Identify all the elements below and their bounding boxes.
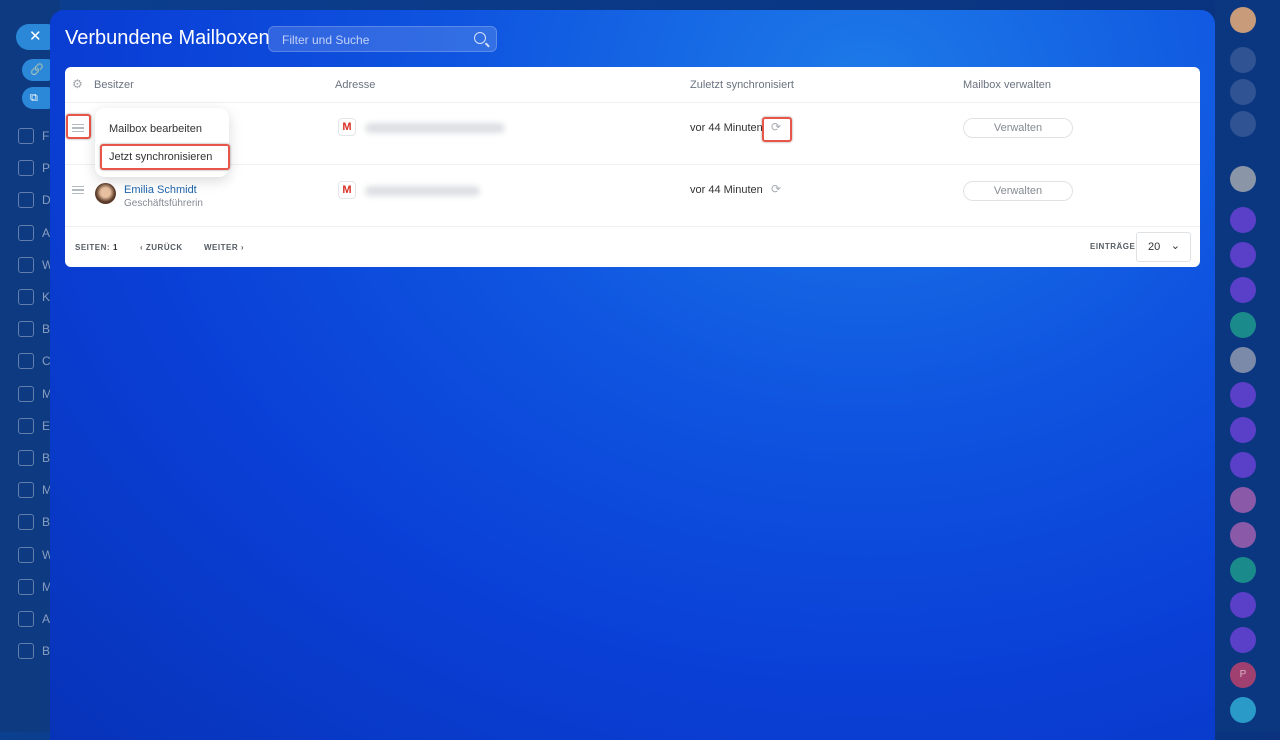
highlight-box [100, 144, 230, 170]
divider [65, 102, 1200, 103]
phone-icon[interactable] [1230, 312, 1256, 338]
contact-icon[interactable] [1230, 207, 1256, 233]
prev-label: ZURÜCK [145, 243, 183, 252]
mailboxes-panel: Verbundene Mailboxen Filter und Suche ⚙ … [50, 10, 1215, 740]
chat-icon[interactable] [1230, 697, 1256, 723]
sidebar-item-icon[interactable] [18, 353, 34, 370]
sidebar-item-label[interactable]: B [42, 451, 50, 465]
avatar[interactable] [1230, 347, 1256, 373]
sidebar-item-label[interactable]: P [42, 161, 50, 175]
spiral-icon[interactable] [1230, 592, 1256, 618]
entries-label: EINTRÄGE [1090, 242, 1136, 251]
chevron-down-icon: ⌄ [1170, 240, 1180, 252]
column-header-manage: Mailbox verwalten [963, 79, 1052, 91]
avatar [95, 183, 116, 204]
row-menu-icon[interactable] [72, 186, 84, 194]
owner-name-link[interactable]: Emilia Schmidt [124, 184, 197, 196]
badge-p[interactable]: P [1230, 662, 1256, 688]
column-header-owner[interactable]: Besitzer [94, 79, 134, 91]
sync-icon[interactable]: ⟳ [771, 182, 781, 196]
contact-icon[interactable] [1230, 417, 1256, 443]
sidebar-item-icon[interactable] [18, 256, 34, 273]
page-title: Verbundene Mailboxen [65, 27, 270, 49]
divider [65, 164, 1200, 165]
sidebar-item-icon[interactable] [18, 611, 34, 627]
column-header-last-sync[interactable]: Zuletzt synchronisiert [690, 79, 794, 91]
sidebar-item-icon[interactable] [18, 321, 34, 338]
avatar[interactable] [1230, 7, 1256, 33]
settings-gear-icon[interactable]: ⚙ [72, 77, 83, 91]
gmail-icon: M [338, 118, 356, 136]
sidebar-item-label[interactable]: K [42, 290, 50, 304]
spiral-icon[interactable] [1230, 627, 1256, 653]
sidebar-item-label[interactable]: B [42, 644, 50, 658]
owner-title: Geschäftsführerin [124, 198, 203, 209]
column-header-address[interactable]: Adresse [335, 79, 375, 91]
entries-value: 20 [1148, 241, 1161, 253]
task-icon[interactable] [1230, 557, 1256, 583]
search-input[interactable]: Filter und Suche [268, 26, 497, 52]
sidebar-item-label[interactable]: B [42, 515, 50, 529]
pages-label: SEITEN: [75, 243, 111, 252]
search-placeholder: Filter und Suche [282, 33, 370, 47]
search-icon[interactable] [474, 32, 486, 44]
manage-button[interactable]: Verwalten [963, 118, 1073, 138]
contact-icon[interactable] [1230, 242, 1256, 268]
contact-icon[interactable] [1230, 382, 1256, 408]
sidebar-item-label[interactable]: A [42, 226, 50, 240]
sidebar-item-icon[interactable] [18, 289, 34, 305]
sidebar-item-icon[interactable] [18, 578, 34, 595]
row-context-menu: Mailbox bearbeiten Jetzt synchronisieren [95, 108, 230, 177]
sidebar-item-icon[interactable] [18, 385, 34, 402]
page-number[interactable]: 1 [113, 243, 118, 252]
last-sync-time: vor 44 Minuten [690, 184, 763, 196]
highlight-box [762, 117, 792, 142]
sidebar-item-icon[interactable] [18, 546, 34, 563]
avatar[interactable] [1230, 487, 1256, 513]
next-label: WEITER [204, 243, 239, 252]
sidebar-item-label[interactable]: E [42, 419, 50, 433]
chat-sync-icon[interactable] [1230, 111, 1256, 137]
sidebar-item-label[interactable]: B [42, 322, 50, 336]
next-page-button[interactable]: WEITER › [204, 243, 244, 252]
sidebar-item-icon[interactable] [18, 514, 34, 531]
divider [65, 226, 1200, 227]
sidebar-item-icon[interactable] [18, 417, 34, 434]
sidebar-item-icon[interactable] [18, 450, 34, 466]
sidebar-item-icon[interactable] [18, 160, 34, 177]
last-sync-time: vor 44 Minuten [690, 122, 763, 134]
mailbox-table: ⚙ Besitzer Adresse Zuletzt synchronisier… [65, 67, 1200, 267]
highlight-box [66, 114, 91, 139]
sidebar-item-icon[interactable] [18, 192, 34, 209]
contact-icon[interactable] [1230, 277, 1256, 303]
sidebar-item-icon[interactable] [18, 128, 34, 144]
right-sidebar: P [1215, 0, 1280, 732]
sidebar-item-label[interactable]: F [42, 129, 49, 143]
manage-button[interactable]: Verwalten [963, 181, 1073, 201]
prev-page-button[interactable]: ‹ ZURÜCK [140, 243, 183, 252]
entries-per-page-select[interactable]: 20 ⌄ [1136, 232, 1191, 262]
bell-icon[interactable] [1230, 47, 1256, 73]
email-address-blurred [365, 123, 505, 133]
menu-item-edit-mailbox[interactable]: Mailbox bearbeiten [109, 123, 202, 135]
avatar[interactable] [1230, 166, 1256, 192]
gmail-icon: M [338, 181, 356, 199]
email-address-blurred [365, 186, 480, 196]
contact-icon[interactable] [1230, 452, 1256, 478]
sidebar-item-icon[interactable] [18, 482, 34, 499]
sidebar-item-icon[interactable] [18, 224, 34, 241]
sidebar-item-label[interactable]: A [42, 612, 50, 626]
avatar[interactable] [1230, 522, 1256, 548]
spiral-icon[interactable] [1230, 79, 1256, 105]
sidebar-item-icon[interactable] [18, 643, 34, 660]
